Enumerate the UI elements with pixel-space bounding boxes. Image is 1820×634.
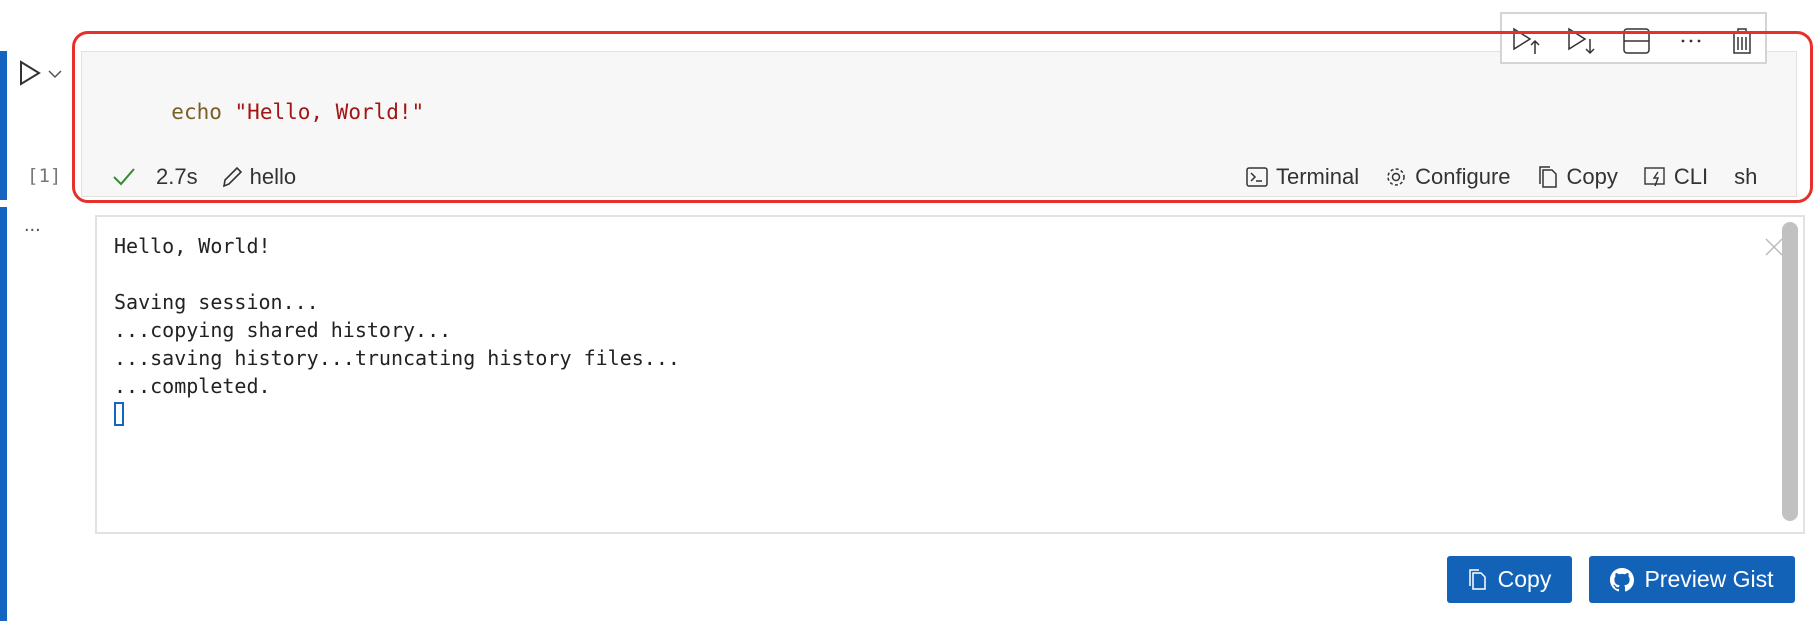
chevron-down-icon bbox=[48, 70, 62, 79]
output-line: ...saving history...truncating history f… bbox=[114, 346, 680, 370]
output-focus-bar bbox=[0, 207, 7, 621]
output-text: Hello, World!​Saving session... ...copyin… bbox=[114, 232, 680, 426]
run-cell-button[interactable] bbox=[18, 60, 42, 86]
output-line: ...copying shared history... bbox=[114, 318, 452, 342]
preview-gist-button[interactable]: Preview Gist bbox=[1589, 556, 1795, 603]
output-line: Hello, World! bbox=[114, 234, 271, 258]
github-icon bbox=[1610, 567, 1635, 591]
play-icon bbox=[20, 60, 41, 86]
output-scrollbar[interactable] bbox=[1782, 222, 1798, 521]
output-line: ...completed. bbox=[114, 374, 271, 398]
execution-count: [1] bbox=[27, 165, 62, 187]
output-line: ​ bbox=[114, 260, 680, 288]
close-output-button[interactable] bbox=[1765, 238, 1783, 261]
copy-output-button[interactable]: Copy bbox=[1447, 556, 1572, 603]
close-icon bbox=[1765, 238, 1783, 256]
output-line: Saving session... bbox=[114, 290, 319, 314]
terminal-cursor bbox=[114, 402, 124, 426]
cell-focus-bar bbox=[0, 51, 7, 200]
cell-focus-outline bbox=[72, 31, 1813, 203]
run-options-chevron[interactable] bbox=[48, 66, 62, 84]
copy-icon bbox=[1468, 568, 1486, 590]
output-more-button[interactable]: ... bbox=[24, 214, 41, 237]
